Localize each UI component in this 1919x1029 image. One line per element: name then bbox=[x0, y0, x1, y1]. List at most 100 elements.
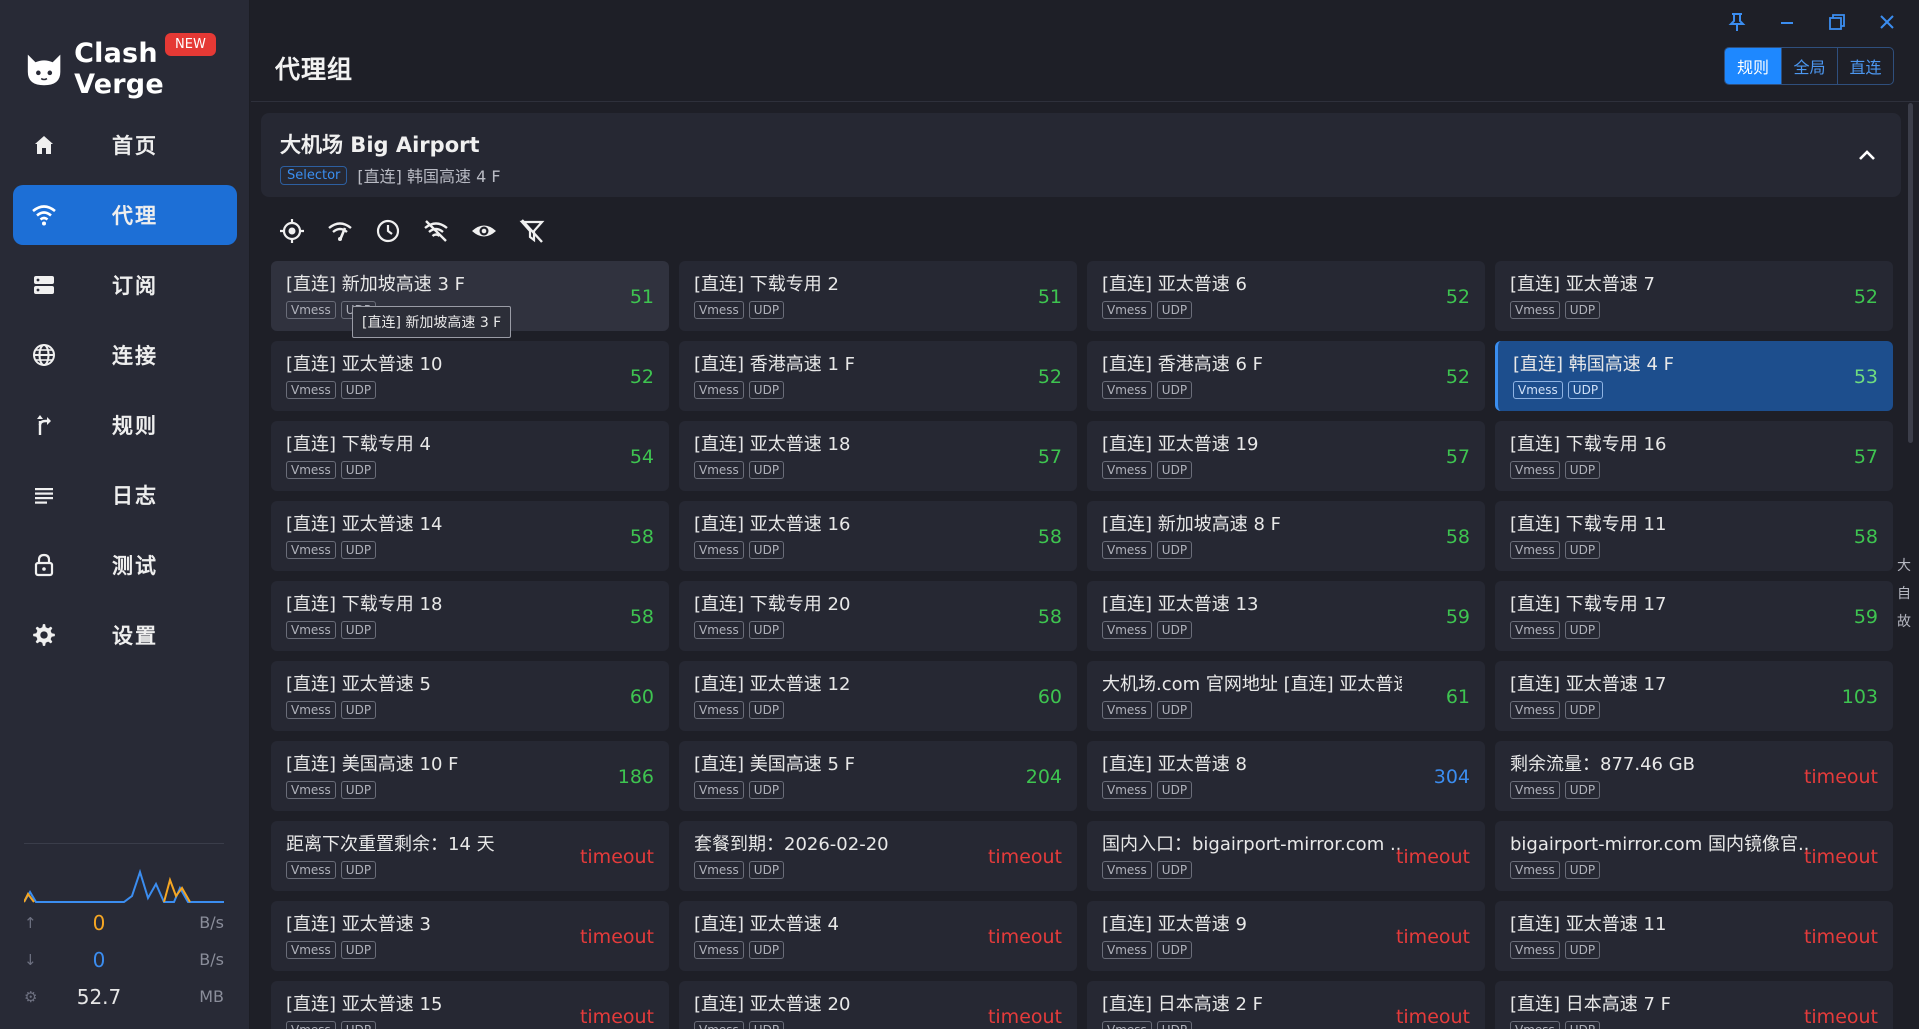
proxy-delay[interactable]: 59 bbox=[1854, 606, 1878, 628]
proxy-card[interactable]: 剩余流量：877.46 GB Vmess UDP timeout bbox=[1495, 741, 1893, 811]
proxy-delay[interactable]: timeout bbox=[988, 846, 1062, 868]
sidebar-item-test[interactable]: 测试 bbox=[13, 535, 237, 595]
side-index-item[interactable]: 故 bbox=[1897, 611, 1911, 631]
proxy-delay[interactable]: 58 bbox=[1854, 526, 1878, 548]
proxy-group-header[interactable]: 大机场 Big Airport Selector [直连] 韩国高速 4 F bbox=[261, 113, 1901, 197]
sidebar-item-home[interactable]: 首页 bbox=[13, 115, 237, 175]
proxy-card[interactable]: [直连] 韩国高速 4 F Vmess UDP 53 bbox=[1495, 341, 1893, 411]
clock-icon[interactable] bbox=[371, 214, 405, 248]
proxy-card[interactable]: [直连] 亚太普速 20 Vmess UDP timeout bbox=[679, 981, 1077, 1029]
proxy-delay[interactable]: 51 bbox=[1038, 286, 1062, 308]
sidebar-item-settings[interactable]: 设置 bbox=[13, 605, 237, 665]
proxy-delay[interactable]: 59 bbox=[1446, 606, 1470, 628]
proxy-delay[interactable]: timeout bbox=[1396, 926, 1470, 948]
proxy-card[interactable]: [直连] 日本高速 2 F Vmess UDP timeout bbox=[1087, 981, 1485, 1029]
proxy-delay[interactable]: 58 bbox=[1038, 526, 1062, 548]
proxy-card[interactable]: [直连] 亚太普速 4 Vmess UDP timeout bbox=[679, 901, 1077, 971]
proxy-delay[interactable]: 60 bbox=[630, 686, 654, 708]
proxy-delay[interactable]: timeout bbox=[988, 1006, 1062, 1028]
proxy-delay[interactable]: timeout bbox=[1396, 1006, 1470, 1028]
proxy-card[interactable]: [直连] 亚太普速 8 Vmess UDP 304 bbox=[1087, 741, 1485, 811]
proxy-card[interactable]: [直连] 下载专用 18 Vmess UDP 58 bbox=[271, 581, 669, 651]
proxy-delay[interactable]: 204 bbox=[1026, 766, 1062, 788]
proxy-card[interactable]: [直连] 亚太普速 10 Vmess UDP 52 bbox=[271, 341, 669, 411]
proxy-card[interactable]: 套餐到期：2026-02-20 Vmess UDP timeout bbox=[679, 821, 1077, 891]
proxy-card[interactable]: [直连] 亚太普速 16 Vmess UDP 58 bbox=[679, 501, 1077, 571]
proxy-card[interactable]: [直连] 下载专用 2 Vmess UDP 51 bbox=[679, 261, 1077, 331]
proxy-delay[interactable]: 57 bbox=[1446, 446, 1470, 468]
proxy-delay[interactable]: 57 bbox=[1854, 446, 1878, 468]
proxy-card[interactable]: [直连] 亚太普速 5 Vmess UDP 60 bbox=[271, 661, 669, 731]
chevron-up-icon[interactable] bbox=[1855, 143, 1879, 167]
side-index-item[interactable]: 自 bbox=[1897, 583, 1911, 603]
proxy-delay[interactable]: 57 bbox=[1038, 446, 1062, 468]
speed-test-icon[interactable] bbox=[323, 214, 357, 248]
proxy-card[interactable]: [直连] 亚太普速 9 Vmess UDP timeout bbox=[1087, 901, 1485, 971]
proxy-card[interactable]: [直连] 美国高速 5 F Vmess UDP 204 bbox=[679, 741, 1077, 811]
locate-icon[interactable] bbox=[275, 214, 309, 248]
proxy-delay[interactable]: 304 bbox=[1434, 766, 1470, 788]
proxy-card[interactable]: [直连] 亚太普速 19 Vmess UDP 57 bbox=[1087, 421, 1485, 491]
proxy-delay[interactable]: 53 bbox=[1854, 366, 1878, 388]
mode-global-button[interactable]: 全局 bbox=[1781, 48, 1837, 84]
proxy-delay[interactable]: timeout bbox=[1804, 846, 1878, 868]
proxy-delay[interactable]: timeout bbox=[988, 926, 1062, 948]
proxy-card[interactable]: 距离下次重置剩余：14 天 Vmess UDP timeout bbox=[271, 821, 669, 891]
proxy-delay[interactable]: 52 bbox=[1038, 366, 1062, 388]
sidebar-item-subscription[interactable]: 订阅 bbox=[13, 255, 237, 315]
proxy-card[interactable]: [直连] 亚太普速 14 Vmess UDP 58 bbox=[271, 501, 669, 571]
sidebar-item-rules[interactable]: 规则 bbox=[13, 395, 237, 455]
proxy-card[interactable]: [直连] 亚太普速 17 Vmess UDP 103 bbox=[1495, 661, 1893, 731]
proxy-delay[interactable]: 58 bbox=[630, 606, 654, 628]
proxy-card[interactable]: [直连] 下载专用 4 Vmess UDP 54 bbox=[271, 421, 669, 491]
proxy-delay[interactable]: 54 bbox=[630, 446, 654, 468]
proxy-card[interactable]: [直连] 亚太普速 3 Vmess UDP timeout bbox=[271, 901, 669, 971]
proxy-card[interactable]: [直连] 亚太普速 6 Vmess UDP 52 bbox=[1087, 261, 1485, 331]
proxy-card[interactable]: [直连] 亚太普速 12 Vmess UDP 60 bbox=[679, 661, 1077, 731]
proxy-delay[interactable]: 58 bbox=[1038, 606, 1062, 628]
proxy-card[interactable]: [直连] 下载专用 16 Vmess UDP 57 bbox=[1495, 421, 1893, 491]
proxy-delay[interactable]: 52 bbox=[1446, 366, 1470, 388]
proxy-delay[interactable]: timeout bbox=[1804, 926, 1878, 948]
proxy-delay[interactable]: timeout bbox=[1396, 846, 1470, 868]
proxy-delay[interactable]: timeout bbox=[580, 926, 654, 948]
mode-rule-button[interactable]: 规则 bbox=[1725, 48, 1781, 84]
proxy-delay[interactable]: 186 bbox=[618, 766, 654, 788]
proxy-delay[interactable]: 61 bbox=[1446, 686, 1470, 708]
pin-icon[interactable] bbox=[1725, 10, 1749, 34]
restore-icon[interactable] bbox=[1825, 10, 1849, 34]
proxy-card[interactable]: [直连] 香港高速 6 F Vmess UDP 52 bbox=[1087, 341, 1485, 411]
close-icon[interactable] bbox=[1875, 10, 1899, 34]
proxy-card[interactable]: [直连] 亚太普速 13 Vmess UDP 59 bbox=[1087, 581, 1485, 651]
wifi-off-icon[interactable] bbox=[419, 214, 453, 248]
sidebar-item-logs[interactable]: 日志 bbox=[13, 465, 237, 525]
proxy-delay[interactable]: 52 bbox=[630, 366, 654, 388]
eye-icon[interactable] bbox=[467, 214, 501, 248]
scrollbar[interactable] bbox=[1908, 103, 1913, 443]
minimize-icon[interactable] bbox=[1775, 10, 1799, 34]
proxy-delay[interactable]: timeout bbox=[1804, 766, 1878, 788]
proxy-card[interactable]: [直连] 亚太普速 18 Vmess UDP 57 bbox=[679, 421, 1077, 491]
filter-off-icon[interactable] bbox=[515, 214, 549, 248]
sidebar-item-proxy[interactable]: 代理 bbox=[13, 185, 237, 245]
proxy-card[interactable]: [直连] 香港高速 1 F Vmess UDP 52 bbox=[679, 341, 1077, 411]
proxy-delay[interactable]: 52 bbox=[1446, 286, 1470, 308]
proxy-card[interactable]: [直连] 新加坡高速 8 F Vmess UDP 58 bbox=[1087, 501, 1485, 571]
proxy-card[interactable]: bigairport-mirror.com 国内镜像官... Vmess UDP ti… bbox=[1495, 821, 1893, 891]
proxy-delay[interactable]: 58 bbox=[630, 526, 654, 548]
proxy-card[interactable]: [直连] 下载专用 11 Vmess UDP 58 bbox=[1495, 501, 1893, 571]
proxy-delay[interactable]: 103 bbox=[1842, 686, 1878, 708]
mode-direct-button[interactable]: 直连 bbox=[1837, 48, 1893, 84]
proxy-card[interactable]: [直连] 亚太普速 11 Vmess UDP timeout bbox=[1495, 901, 1893, 971]
proxy-card[interactable]: [直连] 下载专用 17 Vmess UDP 59 bbox=[1495, 581, 1893, 651]
proxy-card[interactable]: 国内入口：bigairport-mirror.com ... Vmess UDP ti… bbox=[1087, 821, 1485, 891]
proxy-card[interactable]: 大机场.com 官网地址 [直连] 亚太普速 2 Vmess UDP 61 bbox=[1087, 661, 1485, 731]
proxy-delay[interactable]: 51 bbox=[630, 286, 654, 308]
proxy-card[interactable]: [直连] 亚太普速 15 Vmess UDP timeout bbox=[271, 981, 669, 1029]
proxy-card[interactable]: [直连] 日本高速 7 F Vmess UDP timeout bbox=[1495, 981, 1893, 1029]
proxy-delay[interactable]: 58 bbox=[1446, 526, 1470, 548]
side-index-item[interactable]: 大 bbox=[1897, 555, 1911, 575]
proxy-delay[interactable]: timeout bbox=[580, 846, 654, 868]
proxy-delay[interactable]: timeout bbox=[580, 1006, 654, 1028]
sidebar-item-connections[interactable]: 连接 bbox=[13, 325, 237, 385]
